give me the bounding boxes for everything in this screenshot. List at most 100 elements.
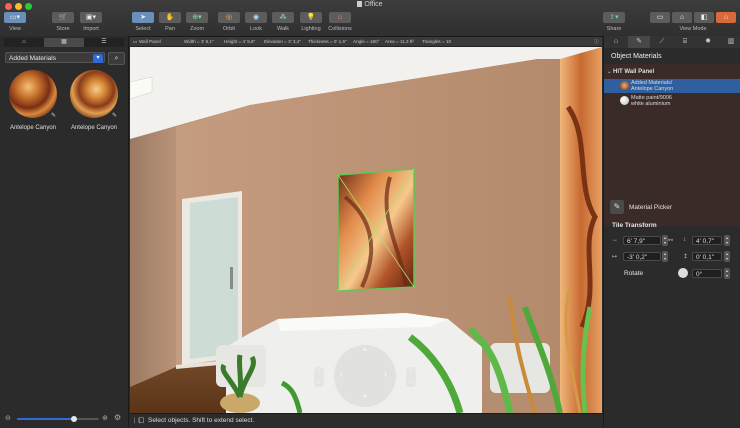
- offset-y-icon: ↥: [683, 254, 689, 260]
- selection-info-bar: ▭ Wall Panel Width = 3' 6,1" Height = 4'…: [130, 37, 602, 47]
- view-mode-3d-button[interactable]: ⌂: [716, 12, 736, 23]
- tab-camera[interactable]: ⌸: [674, 36, 696, 48]
- link-icon[interactable]: ⚯: [668, 237, 673, 244]
- pan-tool-button[interactable]: ✋ Pan: [159, 12, 181, 32]
- material-thumbnail: [70, 70, 118, 118]
- select-label: Select: [135, 26, 151, 32]
- share-label: Share: [606, 26, 622, 32]
- tab-building[interactable]: ▥: [720, 36, 740, 48]
- status-text: Select objects. Shift to extend select.: [148, 417, 255, 424]
- window-title: Office: [0, 1, 740, 8]
- orbit-icon: ◎: [218, 12, 240, 23]
- tree-item-line2: white aluminium: [631, 101, 671, 107]
- inspector-panel: ⌂ ✎ ⟋ ⌸ ✹ ▥ Object Materials ⌄ HIT Wall …: [603, 36, 740, 427]
- tilt-control[interactable]: ⌃ ⌄: [406, 367, 416, 387]
- offset-x-field[interactable]: -3' 0,2": [623, 252, 661, 261]
- info-angle: Angle = 180°: [353, 39, 380, 44]
- zoom-tool-button[interactable]: ⊕▾ Zoom: [186, 12, 208, 32]
- tab-object[interactable]: ⌂: [605, 36, 627, 48]
- elevation-control[interactable]: ⌃ ⌄: [314, 367, 324, 387]
- cart-icon: 🛒: [52, 12, 74, 23]
- orbit-label: Orbit: [223, 26, 235, 32]
- window-title-text: Office: [364, 1, 383, 8]
- width-icon: ↔: [612, 237, 618, 243]
- view-mode-plan-button[interactable]: ▭: [650, 12, 670, 23]
- collisions-icon: ⌂: [329, 12, 351, 23]
- height-icon: ↕: [683, 237, 686, 243]
- import-label: Import: [83, 26, 99, 32]
- offset-y-field[interactable]: 0' 0,1": [692, 252, 722, 261]
- select-tool-button[interactable]: ➤ Select: [132, 12, 154, 32]
- tab-furniture[interactable]: ⌂: [4, 38, 44, 47]
- info-icon[interactable]: ⓘ: [594, 39, 599, 45]
- info-object-name: Wall Panel: [139, 39, 161, 44]
- import-button[interactable]: ▣▾ Import: [80, 12, 102, 32]
- info-triangles: Triangles = 10: [422, 39, 452, 44]
- slider-knob[interactable]: [71, 416, 77, 422]
- view-mode-split-button[interactable]: ◧: [694, 12, 714, 23]
- sofa-icon: ⌂: [22, 39, 26, 45]
- tree-item-line2: Antelope Canyon: [631, 86, 674, 92]
- tile-transform-label: Tile Transform: [612, 222, 657, 229]
- collisions-tool-button[interactable]: ⌂ Collisions: [326, 12, 354, 32]
- look-tool-button[interactable]: ◉ Look: [245, 12, 267, 32]
- navigation-joystick[interactable]: ⌃ ⌄ ‹ ›: [334, 345, 396, 407]
- info-height: Height = 4' 5,8": [224, 39, 256, 44]
- share-button[interactable]: ⇪▾ Share: [602, 12, 626, 32]
- zoom-out-icon[interactable]: ⊖: [5, 414, 11, 422]
- tab-materials[interactable]: ▦: [44, 38, 84, 47]
- view-mode-group: ▭ ⌂ ◧ ⌂ View Mode: [650, 12, 736, 32]
- walk-tool-button[interactable]: ⁂ Walk: [272, 12, 294, 32]
- material-picker-label: Material Picker: [629, 204, 672, 211]
- tab-materials[interactable]: ✎: [628, 36, 650, 48]
- tab-light[interactable]: ✹: [697, 36, 719, 48]
- rotate-field[interactable]: 0°: [692, 269, 722, 278]
- nav-down-arrow-icon[interactable]: ⌄: [361, 389, 369, 400]
- offset-x-stepper[interactable]: ▴ ▾: [662, 251, 668, 262]
- tree-item[interactable]: Matte paint/9006 white aluminium: [604, 94, 740, 108]
- library-select[interactable]: Added Materials ▾: [5, 52, 105, 63]
- edit-pencil-icon[interactable]: ✎: [51, 112, 56, 119]
- material-tree: ⌄ HIT Wall Panel Added Materials/ Antelo…: [604, 64, 740, 226]
- tree-group-label: HIT Wall Panel: [613, 69, 655, 75]
- lighting-tool-button[interactable]: 💡 Lighting: [300, 12, 322, 32]
- tab-measure[interactable]: ⟋: [651, 36, 673, 48]
- info-elevation: Elevation = 3' 3,4": [264, 39, 301, 44]
- list-icon: ☰: [101, 39, 107, 45]
- info-width: Width = 3' 6,1": [184, 39, 214, 44]
- offset-y-stepper[interactable]: ▴ ▾: [724, 251, 730, 262]
- view-button[interactable]: ▭▾ View: [4, 12, 26, 32]
- zoom-icon: ⊕▾: [186, 12, 208, 23]
- tree-item-selected[interactable]: Added Materials/ Antelope Canyon: [604, 79, 740, 93]
- tile-height-stepper[interactable]: ▴ ▾: [724, 235, 730, 246]
- nav-left-arrow-icon[interactable]: ‹: [340, 369, 343, 379]
- thumbnail-size-control: ⊖ ⊕ ⚙: [4, 413, 124, 424]
- tile-height-field[interactable]: 4' 0,7": [692, 236, 722, 245]
- material-item[interactable]: ✎: [70, 70, 118, 119]
- rotate-dial[interactable]: [678, 268, 688, 278]
- tile-width-field[interactable]: 6' 7,9": [623, 236, 661, 245]
- footsteps-icon: ⁂: [272, 12, 294, 23]
- 3d-viewport[interactable]: ⌃ ⌄ ‹ › ⌃ ⌄ ⌃ ⌄: [130, 47, 602, 413]
- rotate-stepper[interactable]: ▴ ▾: [724, 268, 730, 279]
- nav-right-arrow-icon[interactable]: ›: [384, 369, 387, 379]
- edit-pencil-icon[interactable]: ✎: [112, 112, 117, 119]
- gear-icon[interactable]: ⚙: [114, 413, 121, 422]
- orbit-tool-button[interactable]: ◎ Orbit: [218, 12, 240, 32]
- thumbnail-size-slider[interactable]: [17, 416, 99, 422]
- tab-list[interactable]: ☰: [84, 38, 124, 47]
- material-item[interactable]: ✎: [9, 70, 57, 119]
- library-search-button[interactable]: ⌕: [108, 52, 125, 65]
- materials-icon: ▦: [61, 39, 67, 45]
- store-button[interactable]: 🛒 Store: [52, 12, 74, 32]
- cursor-icon: ➤: [132, 12, 154, 23]
- zoom-in-icon[interactable]: ⊕: [102, 414, 108, 422]
- view-mode-elevation-button[interactable]: ⌂: [672, 12, 692, 23]
- view-label: View: [9, 26, 21, 32]
- nav-up-arrow-icon[interactable]: ⌃: [361, 347, 369, 358]
- eyedropper-button[interactable]: ✎: [610, 200, 624, 214]
- tree-group[interactable]: ⌄ HIT Wall Panel: [604, 68, 740, 77]
- eye-icon: ◉: [245, 12, 267, 23]
- store-label: Store: [56, 26, 70, 32]
- chevron-down-icon[interactable]: ⌄: [607, 69, 612, 75]
